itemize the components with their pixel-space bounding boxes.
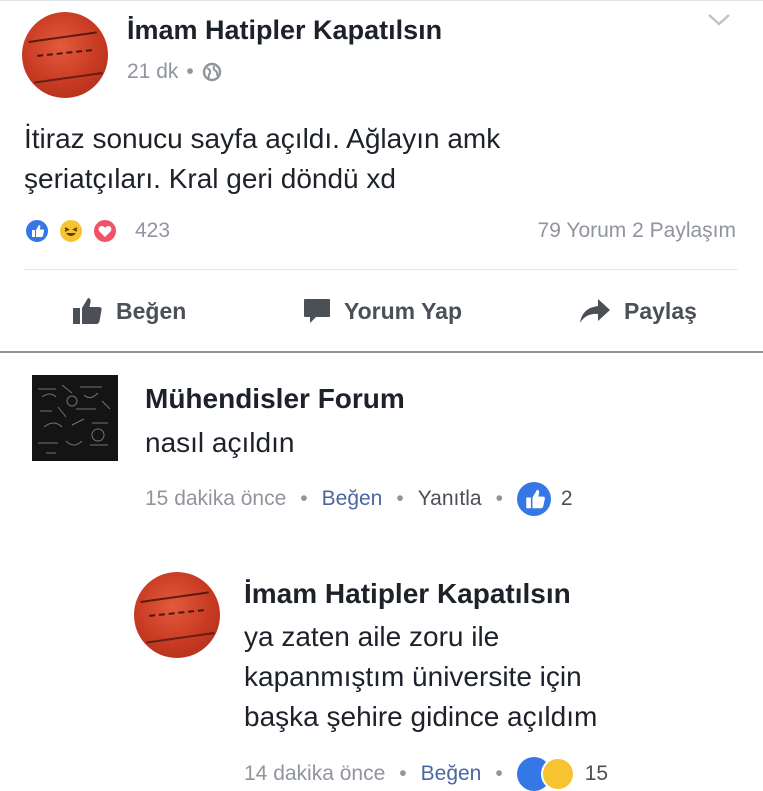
thumbs-up-icon — [73, 298, 102, 324]
reactions-summary-order-fix — [24, 218, 118, 246]
reaction-count[interactable]: 423 — [135, 219, 170, 243]
post-author-name[interactable]: İmam Hatipler Kapatılsın — [127, 15, 442, 46]
meta-separator: • — [186, 60, 194, 83]
haha-reaction-icon — [540, 757, 575, 791]
page-avatar[interactable] — [22, 12, 108, 98]
comment-author-name[interactable]: Mühendisler Forum — [145, 383, 405, 415]
share-arrow-icon — [580, 299, 610, 323]
reply-author-avatar[interactable] — [134, 572, 220, 658]
post-text-line: İtiraz sonucu sayfa açıldı. Ağlayın amk — [24, 123, 501, 154]
like-reaction-icon — [24, 218, 50, 244]
like-button[interactable]: Beğen — [72, 296, 186, 326]
post-time[interactable]: 21 dk — [127, 60, 178, 84]
reply-like-count[interactable]: 15 — [585, 762, 608, 786]
reply-reactions — [516, 757, 575, 791]
commenter-avatar[interactable] — [32, 375, 118, 461]
comment-button-label: Yorum Yap — [344, 297, 463, 324]
share-button[interactable]: Paylaş — [578, 296, 697, 326]
post-text: İtiraz sonucu sayfa açıldı. Ağlayın amk … — [24, 119, 744, 199]
comment-like-reaction-icon — [516, 482, 551, 516]
reply-text: ya zaten aile zoru ile kapanmıştım ünive… — [244, 617, 597, 737]
post-meta: 21 dk • — [127, 60, 222, 84]
section-divider — [0, 351, 763, 353]
share-button-label: Paylaş — [624, 297, 697, 324]
reply-time[interactable]: 14 dakika önce — [244, 762, 385, 786]
comment-meta: 15 dakika önce • Beğen • Yanıtla • 2 — [145, 482, 573, 516]
globe-icon — [202, 62, 221, 82]
comment-text: nasıl açıldın — [145, 427, 295, 458]
divider — [24, 269, 738, 270]
reply-meta: 14 dakika önce • Beğen • 15 — [244, 757, 608, 791]
reply-text-line: başka şehire gidince açıldım — [244, 701, 598, 732]
comment-like-link[interactable]: Beğen — [322, 487, 383, 511]
reply-text-line: kapanmıştım üniversite için — [244, 661, 582, 692]
comment-reply-link[interactable]: Yanıtla — [418, 487, 482, 511]
like-button-label: Beğen — [116, 297, 187, 324]
haha-reaction-icon — [58, 218, 84, 244]
love-reaction-icon — [92, 218, 118, 244]
comment-time[interactable]: 15 dakika önce — [145, 487, 286, 511]
reply-like-link[interactable]: Beğen — [421, 762, 482, 786]
post-text-line: şeriatçıları. Kral geri döndü xd — [24, 163, 396, 194]
comment-button[interactable]: Yorum Yap — [302, 296, 462, 326]
top-divider — [0, 0, 763, 1]
reply-author-name[interactable]: İmam Hatipler Kapatılsın — [244, 578, 571, 610]
reply-text-line: ya zaten aile zoru ile — [244, 621, 500, 652]
comment-share-count[interactable]: 79 Yorum 2 Paylaşım — [538, 219, 736, 243]
comment-like-count[interactable]: 2 — [561, 487, 573, 511]
chevron-down-icon[interactable] — [706, 12, 732, 28]
comment-bubble-icon — [304, 299, 330, 323]
